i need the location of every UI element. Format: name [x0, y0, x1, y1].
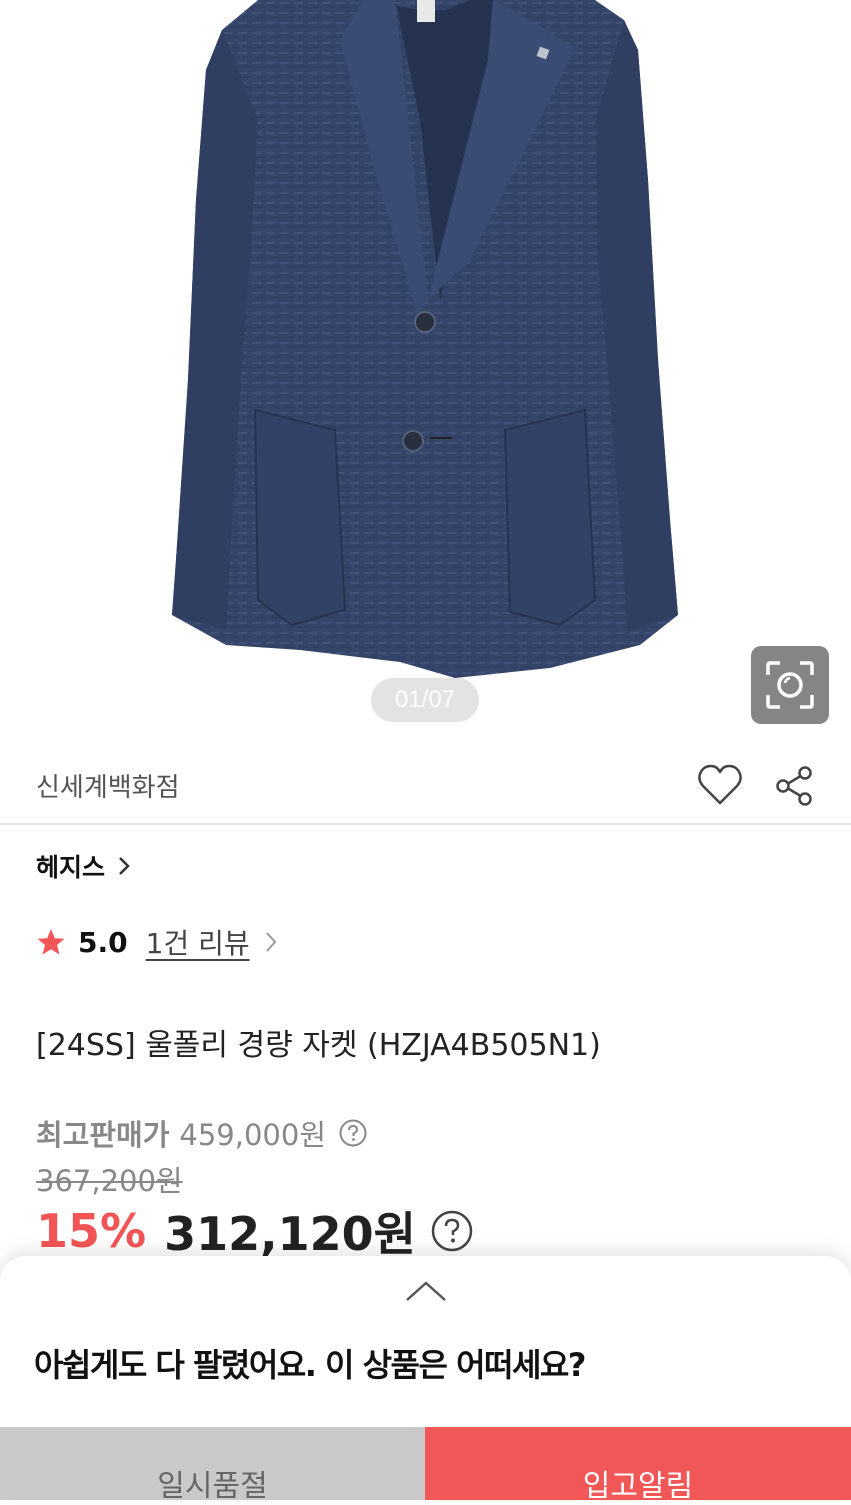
sold-out-message: 아쉽게도 다 팔렸어요. 이 상품은 어떠세요?	[34, 1346, 586, 1384]
image-search-button[interactable]	[751, 646, 829, 724]
restock-notify-button[interactable]: 입고알림	[425, 1427, 851, 1504]
star-icon	[37, 929, 65, 955]
help-icon[interactable]	[430, 1209, 474, 1253]
max-price-label: 최고판매가	[36, 1118, 170, 1152]
seller-name[interactable]: 신세계백화점	[36, 767, 180, 804]
product-title: [24SS] 울폴리 경량 자켓 (HZJA4B505N1)	[36, 1028, 601, 1063]
rating-score: 5.0	[78, 925, 128, 959]
brand-link[interactable]: 헤지스	[36, 848, 131, 884]
camera-lens-icon	[766, 661, 814, 709]
brand-name: 헤지스	[36, 853, 106, 882]
product-image	[172, 0, 678, 678]
section-divider	[0, 823, 851, 825]
sold-out-button[interactable]: 일시품절	[0, 1427, 425, 1504]
review-link[interactable]: 1건 리뷰	[146, 922, 250, 962]
original-price: 367,200원	[36, 1164, 183, 1198]
product-image-gallery[interactable]: 01/07	[0, 0, 851, 745]
max-price-row: 최고판매가 459,000원	[36, 1112, 368, 1154]
final-price-row: 15% 312,120원	[36, 1198, 474, 1264]
chevron-up-icon[interactable]	[405, 1280, 447, 1302]
chevron-right-icon[interactable]	[264, 930, 278, 954]
max-price-value: 459,000원	[179, 1118, 327, 1152]
image-counter: 01/07	[371, 678, 479, 722]
discount-rate: 15%	[36, 1204, 147, 1258]
share-icon[interactable]	[774, 765, 814, 807]
chevron-right-icon	[119, 857, 130, 875]
help-icon[interactable]	[338, 1118, 368, 1148]
final-price: 312,120원	[164, 1207, 416, 1261]
heart-icon[interactable]	[697, 763, 743, 807]
rating-row: 5.0 1건 리뷰	[36, 922, 278, 962]
